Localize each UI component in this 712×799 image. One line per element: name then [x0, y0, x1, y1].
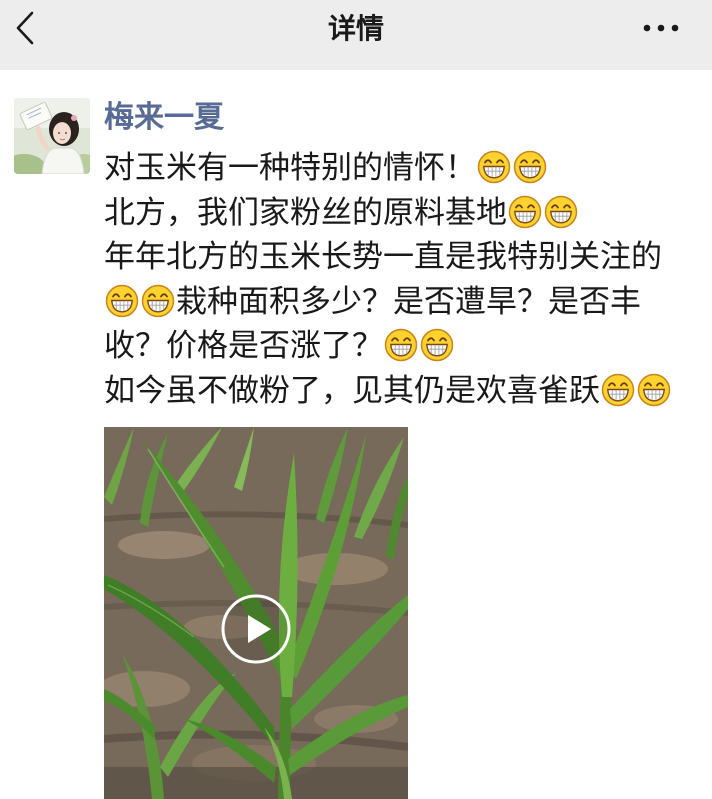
grin-emoji-icon: [508, 195, 542, 229]
play-icon: [221, 594, 291, 664]
grin-emoji-icon: [477, 150, 511, 184]
grin-emoji-icon: [601, 373, 635, 407]
author-name[interactable]: 梅来一夏: [104, 98, 224, 138]
grin-emoji-icon: [513, 150, 547, 184]
post-line: 栽种面积多少？是否遭旱？是否丰: [104, 280, 708, 325]
grin-emoji-icon: [384, 328, 418, 362]
page-title: 详情: [327, 12, 384, 45]
post-text-segment: 北方，我们家粉丝的原料基地: [104, 194, 507, 231]
post-text-segment: 对玉米有一种特别的情怀！: [104, 150, 476, 186]
top-bar: 详情: [0, 0, 712, 70]
post-text: 对玉米有一种特别的情怀！ 北方，我们家粉丝的原料基地 年年北方的玉米长势一直是我…: [104, 146, 708, 413]
post-text-segment: 如今虽不做粉了，见其仍是欢喜雀跃: [104, 372, 600, 409]
post-line: 收？价格是否涨了？: [104, 324, 708, 369]
video-thumbnail[interactable]: [104, 427, 408, 799]
post-line: 年年北方的玉米长势一直是我特别关注的: [104, 235, 708, 280]
post-text-segment: 年年北方的玉米长势一直是我特别关注的: [104, 239, 662, 275]
more-dots-icon: [643, 24, 679, 32]
grin-emoji-icon: [637, 373, 671, 407]
back-button[interactable]: [10, 8, 46, 48]
more-button[interactable]: [636, 14, 686, 42]
post-text-segment: 收？价格是否涨了？: [104, 328, 383, 364]
grin-emoji-icon: [420, 328, 454, 362]
grin-emoji-icon: [141, 284, 175, 318]
grin-emoji-icon: [544, 195, 578, 229]
post-line: 对玉米有一种特别的情怀！: [104, 146, 708, 191]
play-button[interactable]: [220, 593, 292, 665]
chevron-left-icon: [16, 11, 34, 45]
post-line: 如今虽不做粉了，见其仍是欢喜雀跃: [104, 369, 708, 414]
post-text-segment: 栽种面积多少？是否遭旱？是否丰: [176, 283, 641, 320]
grin-emoji-icon: [105, 284, 139, 318]
avatar[interactable]: [14, 98, 90, 174]
post-line: 北方，我们家粉丝的原料基地: [104, 191, 708, 236]
